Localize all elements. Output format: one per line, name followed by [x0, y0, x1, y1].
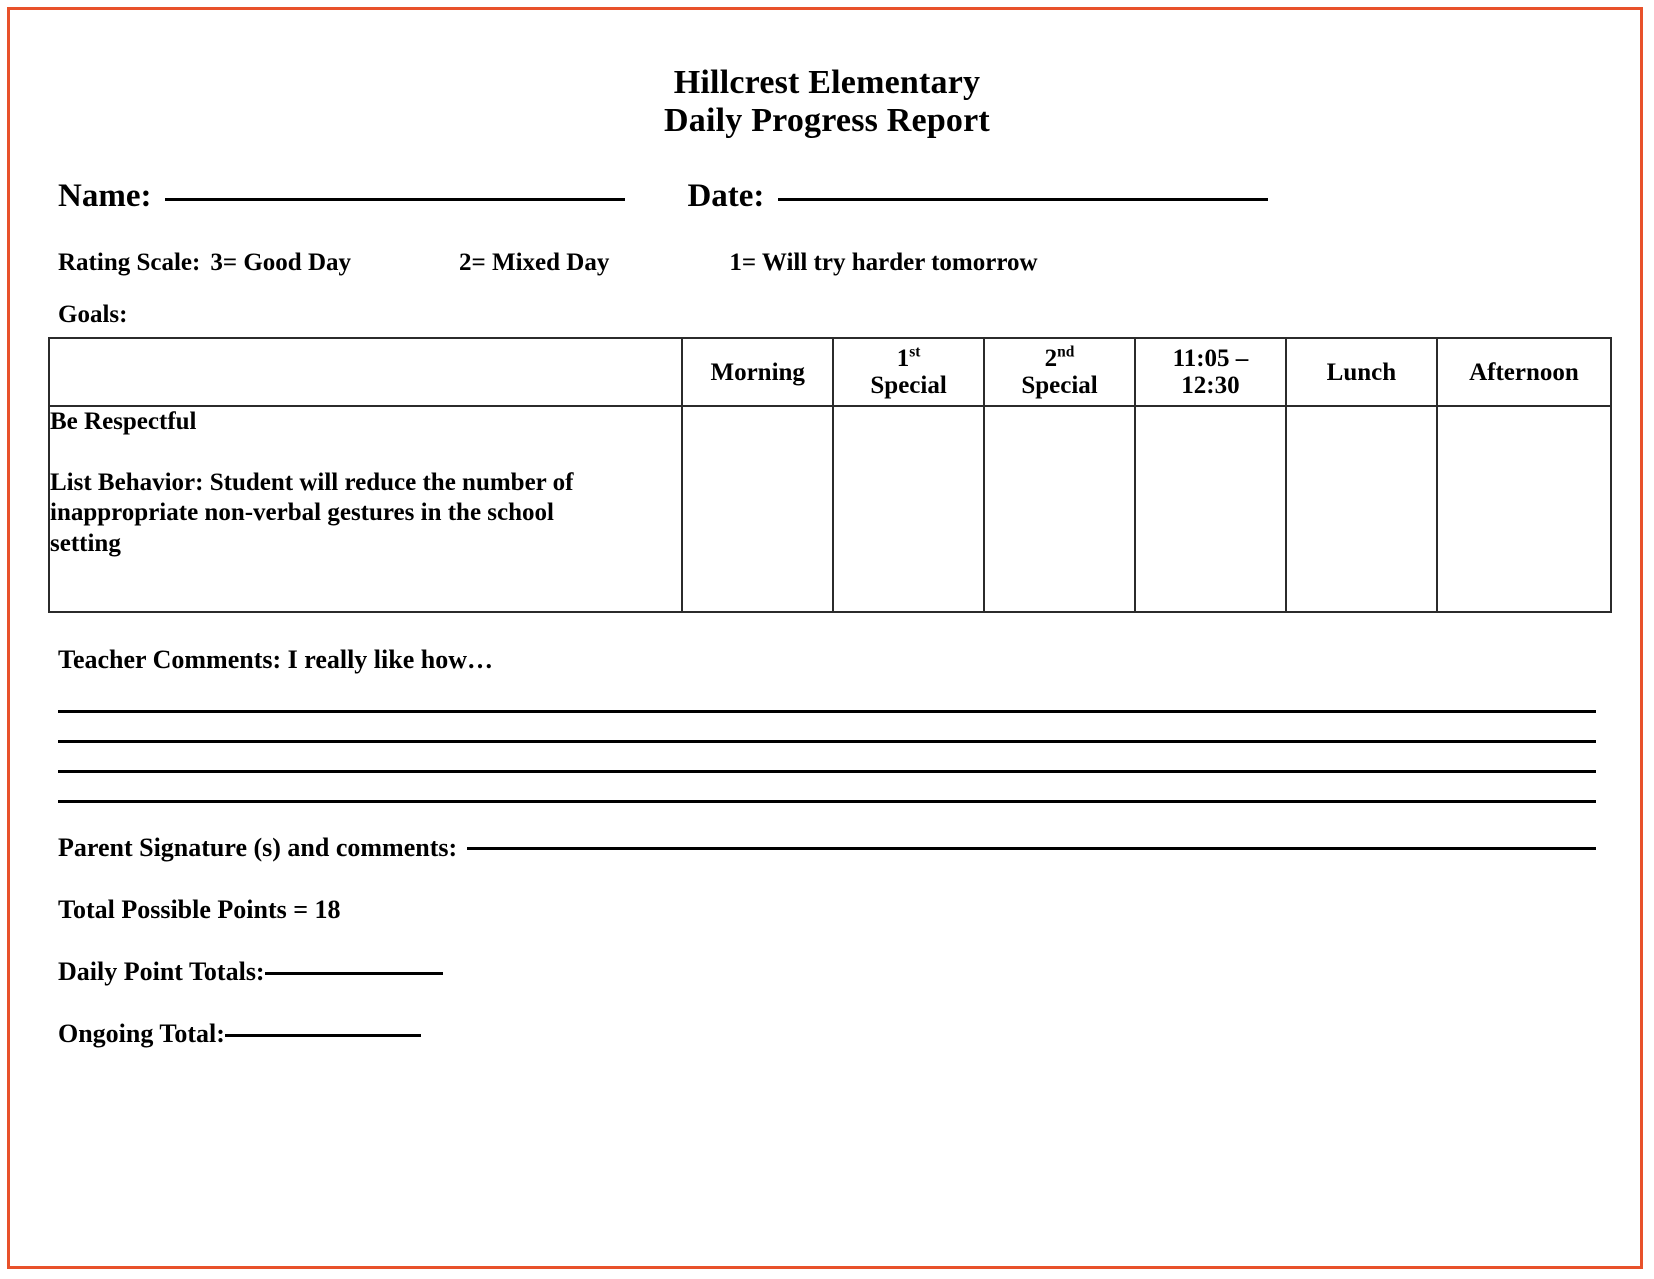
first-special-suffix: st: [909, 343, 921, 361]
progress-report-sheet: Hillcrest Elementary Daily Progress Repo…: [0, 0, 1654, 1279]
first-special-label: Special: [870, 372, 947, 400]
ongoing-total-label: Ongoing Total:: [58, 1019, 225, 1049]
parent-signature-label: Parent Signature (s) and comments:: [58, 833, 458, 863]
date-label: Date:: [687, 178, 765, 215]
goal-behavior-text: List Behavior: Student will reduce the n…: [50, 468, 574, 557]
column-header-lunch: Lunch: [1284, 337, 1438, 408]
column-header-afternoon: Afternoon: [1435, 337, 1613, 408]
daily-point-totals-label: Daily Point Totals:: [58, 957, 265, 987]
name-date-row: Name: Date:: [0, 178, 1654, 215]
goal-title: Be Respectful: [50, 408, 197, 436]
rating-scale-row: Rating Scale: 3= Good Day 2= Mixed Day 1…: [0, 249, 1654, 277]
score-cell-lunch[interactable]: [1284, 405, 1438, 614]
score-cell-time-block[interactable]: [1134, 405, 1287, 614]
teacher-comments-lines: [0, 683, 1654, 804]
rating-option-1: 1= Will try harder tomorrow: [729, 249, 1038, 277]
report-name: Daily Progress Report: [664, 102, 990, 140]
column-header-morning-label: Morning: [710, 358, 805, 386]
name-input[interactable]: [165, 198, 626, 202]
teacher-comment-line[interactable]: [58, 713, 1596, 744]
rating-option-2: 2= Mixed Day: [459, 249, 610, 277]
column-header-time-block: 11:05 – 12:30: [1134, 337, 1287, 408]
score-cell-first-special[interactable]: [832, 405, 986, 614]
time-block-start: 11:05 –: [1172, 345, 1249, 373]
score-cell-morning[interactable]: [681, 405, 835, 614]
teacher-comments-label: Teacher Comments: I really like how…: [58, 645, 493, 675]
teacher-comment-line[interactable]: [58, 773, 1596, 804]
score-cell-afternoon[interactable]: [1435, 405, 1613, 614]
ongoing-total-row: Ongoing Total:: [0, 1019, 1654, 1049]
page-title: Hillcrest Elementary Daily Progress Repo…: [0, 64, 1654, 140]
parent-signature-row: Parent Signature (s) and comments:: [0, 833, 1654, 863]
column-header-lunch-label: Lunch: [1326, 358, 1397, 386]
rating-option-3: 3= Good Day: [210, 249, 352, 277]
score-cell-second-special[interactable]: [983, 405, 1136, 614]
column-header-second-special: 2nd Special: [983, 337, 1136, 408]
progress-table-wrapper: Morning 1st Special 2nd Special 11:05 – …: [0, 337, 1654, 614]
goal-description-cell: Be Respectful List Behavior: Student wil…: [47, 405, 684, 614]
teacher-comment-line[interactable]: [58, 683, 1596, 714]
total-possible-points: Total Possible Points = 18: [58, 895, 341, 925]
column-header-afternoon-label: Afternoon: [1469, 358, 1579, 386]
second-special-ordinal: 2: [1044, 345, 1058, 373]
table-header-row: Morning 1st Special 2nd Special 11:05 – …: [47, 337, 1613, 408]
second-special-suffix: nd: [1057, 343, 1075, 361]
progress-table: Morning 1st Special 2nd Special 11:05 – …: [47, 337, 1613, 614]
goals-label: Goals:: [58, 301, 128, 329]
date-input[interactable]: [778, 198, 1269, 202]
rating-scale-label: Rating Scale:: [58, 249, 201, 277]
daily-point-totals-input[interactable]: [264, 972, 443, 976]
school-name: Hillcrest Elementary: [673, 64, 981, 101]
parent-signature-input[interactable]: [467, 847, 1596, 851]
second-special-label: Special: [1021, 372, 1098, 400]
first-special-ordinal: 1: [896, 345, 910, 373]
name-label: Name:: [58, 178, 152, 215]
time-block-end: 12:30: [1181, 372, 1240, 400]
table-row: Be Respectful List Behavior: Student wil…: [47, 405, 1613, 614]
daily-point-totals-row: Daily Point Totals:: [0, 957, 1654, 987]
column-header-first-special: 1st Special: [832, 337, 986, 408]
column-header-goal: [47, 337, 684, 408]
teacher-comment-line[interactable]: [58, 743, 1596, 774]
ongoing-total-input[interactable]: [224, 1034, 421, 1038]
column-header-morning: Morning: [681, 337, 835, 408]
